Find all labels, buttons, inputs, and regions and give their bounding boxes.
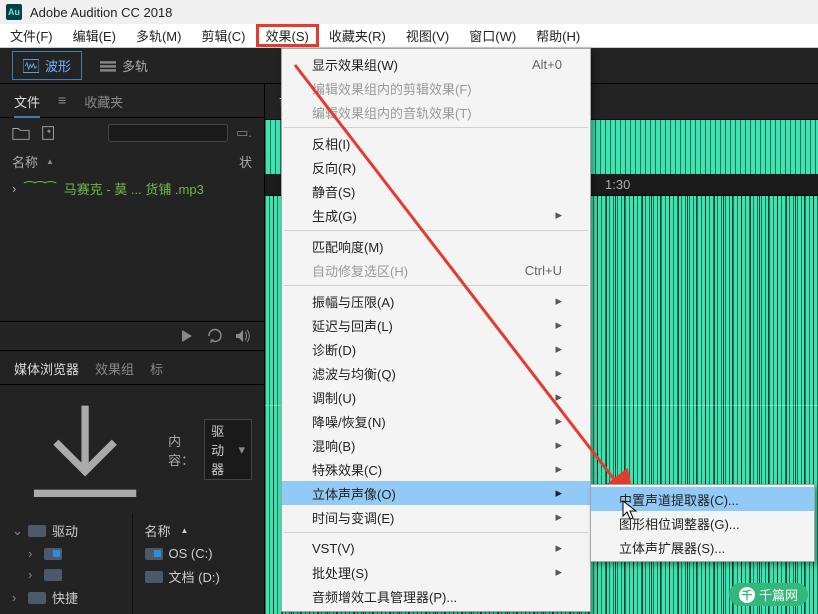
content-label: 内容：	[168, 431, 194, 469]
left-panel: 文件 ≡ 收藏夹 ▭. 名称 状 › ⁀⁀⁀ 马赛克 - 莫 ... 货铺 .m…	[0, 84, 265, 614]
waveform-icon	[23, 59, 39, 73]
file-name: 马赛克 - 莫 ... 货铺 .mp3	[64, 179, 204, 198]
effects-menu: 显示效果组(W)Alt+0编辑效果组内的剪辑效果(F)编辑效果组内的音轨效果(T…	[281, 48, 591, 612]
menu-item[interactable]: 调制(U)	[282, 385, 590, 409]
menu-file[interactable]: 文件(F)	[0, 24, 63, 47]
menu-edit[interactable]: 编辑(E)	[63, 24, 126, 47]
menu-item[interactable]: 时间与变调(E)	[282, 505, 590, 529]
tree-drives[interactable]: ⌄驱动	[10, 518, 122, 543]
folder-icon	[28, 592, 46, 604]
menu-help[interactable]: 帮助(H)	[526, 24, 590, 47]
files-toolbar: ▭.	[0, 118, 264, 148]
files-panel-tabs: 文件 ≡ 收藏夹	[0, 84, 264, 118]
menu-item: 编辑效果组内的剪辑效果(F)	[282, 76, 590, 100]
audio-file-icon: ⁀⁀⁀	[24, 181, 55, 197]
menu-item[interactable]: 生成(G)	[282, 203, 590, 227]
files-columns: 名称 状	[0, 148, 264, 173]
menu-clip[interactable]: 剪辑(C)	[191, 24, 255, 47]
file-row[interactable]: › ⁀⁀⁀ 马赛克 - 莫 ... 货铺 .mp3	[0, 173, 264, 204]
submenu-item[interactable]: 图形相位调整器(G)...	[591, 511, 814, 535]
tree-drive-c[interactable]: OS (C:)	[143, 543, 255, 564]
menu-item[interactable]: 诊断(D)	[282, 337, 590, 361]
tab-favorites[interactable]: 收藏夹	[84, 92, 123, 111]
menu-bar: 文件(F) 编辑(E) 多轨(M) 剪辑(C) 效果(S) 收藏夹(R) 视图(…	[0, 24, 818, 48]
transport-controls	[0, 321, 264, 350]
drive-icon	[44, 548, 62, 560]
tree-drive-d[interactable]: 文档 (D:)	[143, 564, 255, 589]
multitrack-icon	[100, 59, 116, 73]
tree-drive-item[interactable]: ›	[10, 543, 122, 564]
drive-icon	[145, 548, 163, 560]
volume-icon[interactable]	[234, 328, 252, 344]
tree-quick[interactable]: ›快捷	[10, 585, 122, 610]
tab-effects-rack[interactable]: 效果组	[95, 359, 134, 378]
menu-item[interactable]: 批处理(S)	[282, 560, 590, 584]
open-file-icon[interactable]	[12, 125, 30, 141]
menu-item[interactable]: 匹配响度(M)	[282, 234, 590, 258]
panel-menu-icon[interactable]: ≡	[58, 92, 66, 111]
menu-item: 编辑效果组内的音轨效果(T)	[282, 100, 590, 124]
multitrack-label: 多轨	[122, 56, 148, 75]
tab-media-browser[interactable]: 媒体浏览器	[14, 359, 79, 378]
menu-item[interactable]: 延迟与回声(L)	[282, 313, 590, 337]
browser-toolbar: 内容： 驱动器	[0, 385, 264, 514]
drives-icon	[28, 525, 46, 537]
multitrack-mode-button[interactable]: 多轨	[90, 52, 158, 79]
play-icon[interactable]	[178, 328, 196, 344]
new-file-icon[interactable]	[40, 125, 58, 141]
menu-item[interactable]: 滤波与均衡(Q)	[282, 361, 590, 385]
menu-multitrack[interactable]: 多轨(M)	[126, 24, 192, 47]
chevron-right-icon: ›	[12, 181, 16, 196]
watermark-text: 千篇网	[759, 585, 798, 604]
submenu-item[interactable]: 中置声道提取器(C)...	[591, 487, 814, 511]
menu-item[interactable]: VST(V)	[282, 536, 590, 560]
menu-item[interactable]: 反向(R)	[282, 155, 590, 179]
loop-icon[interactable]	[206, 328, 224, 344]
menu-item[interactable]: 振幅与压限(A)	[282, 289, 590, 313]
menu-view[interactable]: 视图(V)	[396, 24, 459, 47]
menu-item[interactable]: 显示效果组(W)Alt+0	[282, 52, 590, 76]
filter-icon[interactable]: ▭.	[236, 125, 252, 141]
tab-markers[interactable]: 标	[150, 359, 163, 378]
time-marker: 1:30	[605, 177, 630, 192]
menu-item[interactable]: 静音(S)	[282, 179, 590, 203]
import-icon[interactable]	[12, 391, 158, 508]
file-search-input[interactable]	[108, 124, 228, 142]
drive-icon	[44, 569, 62, 581]
browser-tree: ⌄驱动 › › ›快捷 名称▲ OS (C:) 文档 (D:)	[0, 514, 264, 614]
col-name[interactable]: 名称	[12, 152, 54, 171]
drive-icon	[145, 571, 163, 583]
menu-item[interactable]: 立体声声像(O)	[282, 481, 590, 505]
tree-drive-item[interactable]: ›	[10, 564, 122, 585]
menu-item: 自动修复选区(H)Ctrl+U	[282, 258, 590, 282]
stereo-imagery-submenu: 中置声道提取器(C)...图形相位调整器(G)...立体声扩展器(S)...	[590, 484, 815, 562]
app-title: Adobe Audition CC 2018	[30, 5, 172, 20]
app-logo-icon: Au	[6, 4, 22, 20]
tab-files[interactable]: 文件	[14, 92, 40, 111]
waveform-label: 波形	[45, 56, 71, 75]
submenu-item[interactable]: 立体声扩展器(S)...	[591, 535, 814, 559]
menu-item[interactable]: 特殊效果(C)	[282, 457, 590, 481]
menu-item[interactable]: 混响(B)	[282, 433, 590, 457]
col-status[interactable]: 状	[239, 152, 252, 171]
menu-window[interactable]: 窗口(W)	[459, 24, 526, 47]
title-bar: Au Adobe Audition CC 2018	[0, 0, 818, 24]
menu-item[interactable]: 反相(I)	[282, 131, 590, 155]
content-dropdown[interactable]: 驱动器	[204, 419, 252, 480]
menu-favorites[interactable]: 收藏夹(R)	[319, 24, 396, 47]
waveform-mode-button[interactable]: 波形	[12, 51, 82, 80]
menu-effects[interactable]: 效果(S)	[256, 24, 319, 47]
menu-item[interactable]: 音频增效工具管理器(P)...	[282, 584, 590, 608]
watermark: 千 千篇网	[729, 583, 808, 606]
browser-tabs: 媒体浏览器 效果组 标	[0, 350, 264, 385]
tree-col-header[interactable]: 名称▲	[143, 518, 255, 543]
watermark-icon: 千	[739, 587, 755, 603]
menu-item[interactable]: 降噪/恢复(N)	[282, 409, 590, 433]
